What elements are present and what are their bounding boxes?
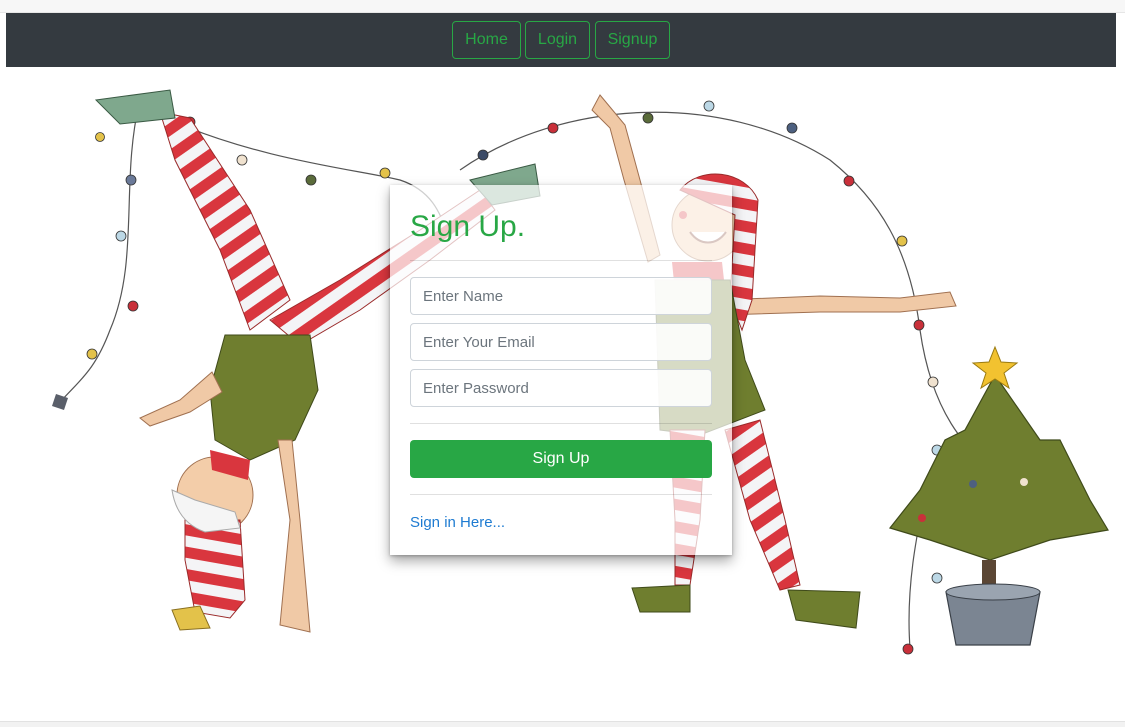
browser-top-strip xyxy=(0,0,1125,13)
divider xyxy=(410,423,712,424)
nav-signup-button[interactable]: Signup xyxy=(595,21,670,59)
nav-home-button[interactable]: Home xyxy=(452,21,521,59)
signin-link[interactable]: Sign in Here... xyxy=(410,513,505,533)
signup-card: Sign Up. Sign Up Sign in Here... xyxy=(390,185,732,555)
christmas-tree xyxy=(888,345,1109,646)
password-input[interactable] xyxy=(410,369,712,407)
navbar: Home Login Signup xyxy=(6,13,1116,67)
nav-login-button[interactable]: Login xyxy=(525,21,590,59)
email-input[interactable] xyxy=(410,323,712,361)
divider xyxy=(410,260,712,261)
bottom-strip xyxy=(0,721,1125,727)
page: Home Login Signup Sign Up. Enter Name En… xyxy=(0,0,1125,727)
signup-submit-button[interactable]: Sign Up xyxy=(410,440,712,478)
name-input[interactable] xyxy=(410,277,712,315)
divider xyxy=(410,494,712,495)
form-title: Sign Up. xyxy=(410,210,526,243)
